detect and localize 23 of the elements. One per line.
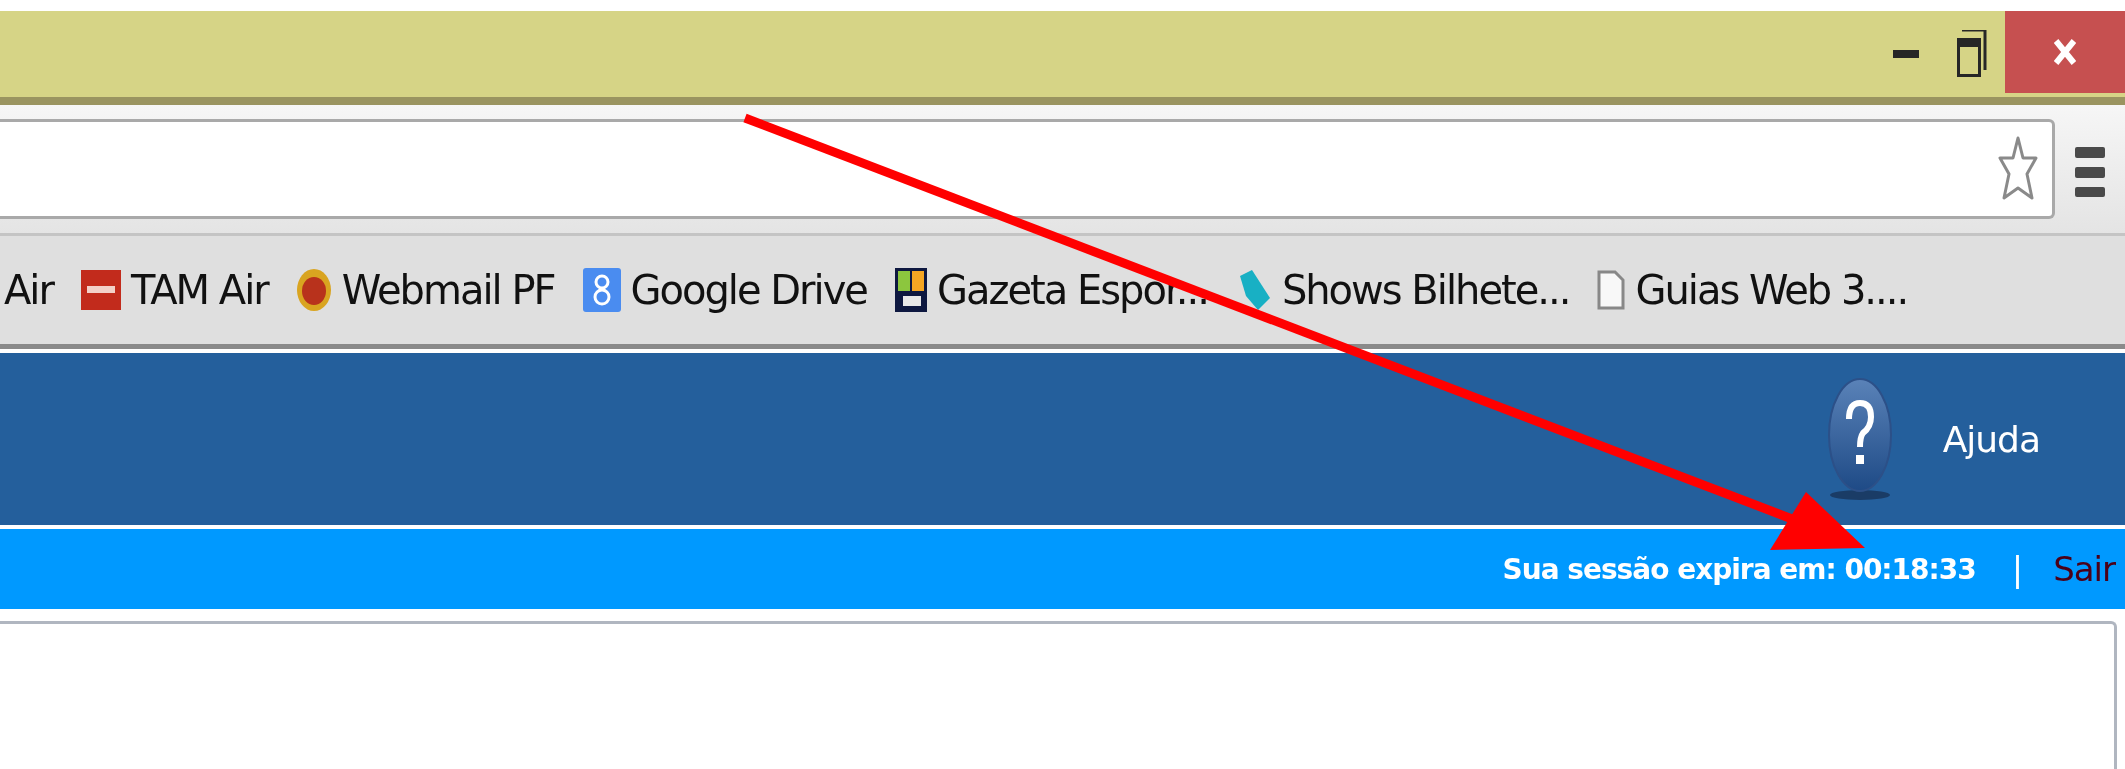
globe-icon [295, 268, 332, 312]
bookmark-link[interactable]: Google Drive [630, 267, 867, 313]
star-icon[interactable] [1998, 136, 2038, 202]
logout-link[interactable]: Sair [2053, 549, 2115, 589]
drive-icon [582, 268, 621, 312]
address-field[interactable] [0, 119, 2055, 219]
bookmark-link[interactable]: Guias Web 3.... [1635, 267, 1908, 313]
bookmark-link[interactable]: Air [4, 267, 53, 313]
restore-icon [1957, 30, 1987, 78]
close-icon [2054, 39, 2076, 65]
separator-text: | [2011, 549, 2024, 589]
help-icon[interactable] [1826, 377, 1893, 501]
bookmark-link[interactable]: Webmail PF [341, 267, 555, 313]
site-logo-icon [894, 268, 927, 312]
bookmark-link[interactable]: Shows Bilhete... [1281, 267, 1570, 313]
close-button[interactable] [2005, 11, 2125, 93]
session-timer: Sua sessão expira em: 00:18:33 [1502, 552, 1976, 586]
bookmark-link[interactable]: TAM Air [130, 267, 268, 313]
help-link[interactable]: Ajuda [1942, 418, 2040, 460]
page-icon [1597, 270, 1626, 310]
minimize-icon [1893, 50, 1919, 58]
bookmark-link[interactable]: Gazeta Espor... [936, 267, 1208, 313]
airline-logo-icon [80, 270, 121, 310]
